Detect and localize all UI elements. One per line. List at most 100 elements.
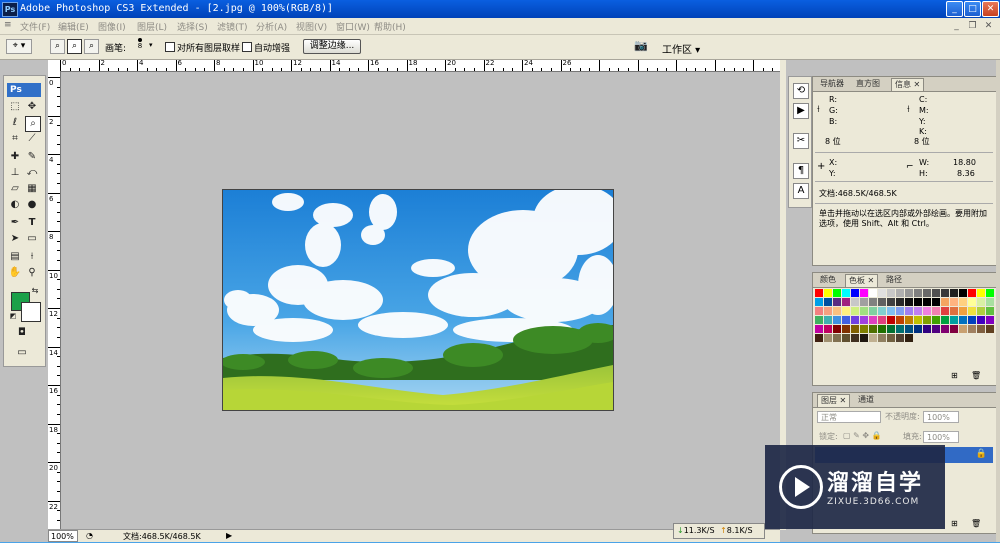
color-swatch[interactable] xyxy=(905,307,913,315)
color-swatch[interactable] xyxy=(977,325,985,333)
zoom-tool-icon[interactable]: ⚲ xyxy=(25,266,39,280)
color-swatch[interactable] xyxy=(977,316,985,324)
workspace-menu[interactable]: 工作区 ▾ xyxy=(662,41,700,56)
maximize-button[interactable]: □ xyxy=(964,1,981,17)
color-swatch[interactable] xyxy=(878,325,886,333)
color-swatch[interactable] xyxy=(932,325,940,333)
brush-dropdown-icon[interactable]: ▾ xyxy=(149,41,153,49)
color-swatch[interactable] xyxy=(869,307,877,315)
default-colors-icon[interactable]: ◩ xyxy=(6,309,20,323)
color-swatch[interactable] xyxy=(869,325,877,333)
subtract-selection-icon[interactable]: ⌕ xyxy=(84,39,99,54)
color-swatch[interactable] xyxy=(950,307,958,315)
screen-mode-icon[interactable]: ▭ xyxy=(15,346,29,360)
color-swatch[interactable] xyxy=(932,289,940,297)
color-swatch[interactable] xyxy=(887,289,895,297)
menu-view[interactable]: 视图(V) xyxy=(296,20,327,33)
type-tool-icon[interactable]: T xyxy=(25,216,39,230)
color-swatch[interactable] xyxy=(905,325,913,333)
menu-help[interactable]: 帮助(H) xyxy=(374,20,406,33)
menu-analysis[interactable]: 分析(A) xyxy=(256,20,287,33)
brush-preview[interactable]: 8 xyxy=(136,38,144,50)
background-color-swatch[interactable] xyxy=(21,302,41,322)
color-swatch[interactable] xyxy=(896,289,904,297)
color-swatch[interactable] xyxy=(923,325,931,333)
color-swatch[interactable] xyxy=(860,316,868,324)
color-swatch[interactable] xyxy=(968,289,976,297)
color-swatch[interactable] xyxy=(896,325,904,333)
pen-tool-icon[interactable]: ✒ xyxy=(8,216,22,230)
color-swatch[interactable] xyxy=(959,298,967,306)
color-swatch[interactable] xyxy=(869,334,877,342)
color-swatch[interactable] xyxy=(815,289,823,297)
color-swatch[interactable] xyxy=(842,289,850,297)
color-swatch[interactable] xyxy=(959,316,967,324)
slice-tool-icon[interactable]: ⟋ xyxy=(25,132,39,146)
tab-layers[interactable]: 图层 ✕ xyxy=(817,394,851,407)
color-swatch[interactable] xyxy=(968,307,976,315)
color-swatch[interactable] xyxy=(914,316,922,324)
color-swatch[interactable] xyxy=(887,334,895,342)
color-swatch[interactable] xyxy=(941,316,949,324)
color-swatch[interactable] xyxy=(878,298,886,306)
tab-paths[interactable]: 路径 xyxy=(883,274,905,286)
document-canvas[interactable] xyxy=(222,189,614,411)
color-swatch[interactable] xyxy=(986,307,994,315)
color-swatch[interactable] xyxy=(833,298,841,306)
color-swatch[interactable] xyxy=(986,289,994,297)
tab-navigator[interactable]: 导航器 xyxy=(817,78,847,90)
quick-mask-icon[interactable]: ◘ xyxy=(15,326,29,340)
new-swatch-icon[interactable]: ⊞ xyxy=(951,371,958,381)
color-swatch[interactable] xyxy=(986,316,994,324)
color-swatch[interactable] xyxy=(986,325,994,333)
color-swatch[interactable] xyxy=(878,289,886,297)
gradient-tool-icon[interactable]: ▦ xyxy=(25,182,39,196)
color-swatch[interactable] xyxy=(887,325,895,333)
status-arrow-icon[interactable]: ▶ xyxy=(226,531,232,540)
color-swatch[interactable] xyxy=(860,325,868,333)
brush-tool-icon[interactable]: ✎ xyxy=(25,150,39,164)
add-selection-icon[interactable]: ⌕ xyxy=(67,39,82,54)
tab-close-icon[interactable]: ✕ xyxy=(840,396,847,405)
tab-close-icon[interactable]: ✕ xyxy=(914,80,921,89)
menu-select[interactable]: 选择(S) xyxy=(177,20,208,33)
color-swatch[interactable] xyxy=(860,334,868,342)
marquee-tool-icon[interactable]: ⬚ xyxy=(8,100,22,114)
color-swatch[interactable] xyxy=(977,307,985,315)
color-swatch[interactable] xyxy=(842,316,850,324)
color-swatch[interactable] xyxy=(950,298,958,306)
color-swatch[interactable] xyxy=(968,298,976,306)
color-swatch[interactable] xyxy=(878,334,886,342)
menu-window[interactable]: 窗口(W) xyxy=(336,20,370,33)
status-menu-icon[interactable]: ◔ xyxy=(86,531,93,540)
actions-panel-icon[interactable]: ▶ xyxy=(793,103,809,119)
refine-edge-button[interactable]: 调整边缘... xyxy=(303,39,361,54)
history-panel-icon[interactable]: ⟲ xyxy=(793,83,809,99)
close-button[interactable]: ✕ xyxy=(982,1,999,17)
color-swatch[interactable] xyxy=(815,325,823,333)
menu-edit[interactable]: 编辑(E) xyxy=(58,20,89,33)
color-swatch[interactable] xyxy=(950,289,958,297)
eyedropper-tool-icon[interactable]: ⟊ xyxy=(25,250,39,264)
menu-image[interactable]: 图像(I) xyxy=(98,20,126,33)
color-swatch[interactable] xyxy=(905,316,913,324)
color-swatch[interactable] xyxy=(923,307,931,315)
color-swatch[interactable] xyxy=(905,298,913,306)
right-edge-scrollbar[interactable] xyxy=(996,60,1000,543)
color-swatch[interactable] xyxy=(824,289,832,297)
bridge-icon[interactable]: 📷 xyxy=(632,39,650,54)
color-swatch[interactable] xyxy=(986,298,994,306)
paragraph-panel-icon[interactable]: ¶ xyxy=(793,163,809,179)
crop-tool-icon[interactable]: ⌗ xyxy=(8,132,22,146)
color-swatch[interactable] xyxy=(833,316,841,324)
color-swatch[interactable] xyxy=(824,298,832,306)
tool-preset-picker[interactable]: ⌖ ▾ xyxy=(6,39,32,54)
history-brush-icon[interactable]: ⤺ xyxy=(25,166,39,180)
sample-all-layers-checkbox[interactable]: 对所有图层取样 xyxy=(165,41,240,54)
color-swatch[interactable] xyxy=(842,307,850,315)
color-swatch[interactable] xyxy=(824,334,832,342)
hand-tool-icon[interactable]: ✋ xyxy=(8,266,22,280)
color-swatch[interactable] xyxy=(815,316,823,324)
color-swatch[interactable] xyxy=(860,289,868,297)
color-swatch[interactable] xyxy=(941,298,949,306)
